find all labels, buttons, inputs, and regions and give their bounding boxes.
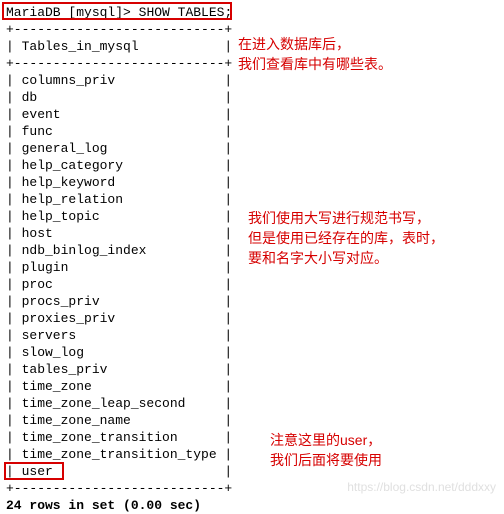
table-row: | columns_priv | (6, 72, 498, 89)
table-row: | help_relation | (6, 191, 498, 208)
table-body: | columns_priv || db || event || func ||… (6, 72, 498, 480)
table-row: | tables_priv | (6, 361, 498, 378)
table-row: | proxies_priv | (6, 310, 498, 327)
annotation-top-1: 在进入数据库后， (238, 34, 350, 54)
table-row: | general_log | (6, 140, 498, 157)
table-row: | func | (6, 123, 498, 140)
annotation-bot-2: 我们后面将要使用 (270, 450, 382, 470)
sql-command: SHOW TABLES; (139, 5, 233, 20)
table-row: | event | (6, 106, 498, 123)
table-row: | time_zone_transition | (6, 429, 498, 446)
annotation-mid-2: 但是使用已经存在的库，表时， (248, 228, 444, 248)
annotation-bot-1: 注意这里的user， (270, 430, 381, 450)
table-row: | time_zone_leap_second | (6, 395, 498, 412)
table-row: | help_category | (6, 157, 498, 174)
table-row: | time_zone | (6, 378, 498, 395)
table-row: | slow_log | (6, 344, 498, 361)
table-row: | servers | (6, 327, 498, 344)
table-row: | db | (6, 89, 498, 106)
annotation-mid-1: 我们使用大写进行规范书写， (248, 208, 430, 228)
annotation-top-2: 我们查看库中有哪些表。 (238, 54, 392, 74)
annotation-mid-3: 要和名字大小写对应。 (248, 248, 388, 268)
table-row: | time_zone_name | (6, 412, 498, 429)
table-row: | user | (6, 463, 498, 480)
table-row: | time_zone_transition_type | (6, 446, 498, 463)
sql-prompt-line: MariaDB [mysql]> SHOW TABLES; (6, 4, 498, 21)
watermark: https://blog.csdn.net/dddxxy (347, 479, 496, 496)
shell-prompt: MariaDB [mysql]> (6, 5, 131, 20)
table-row: | procs_priv | (6, 293, 498, 310)
table-row: | proc | (6, 276, 498, 293)
table-row: | help_keyword | (6, 174, 498, 191)
